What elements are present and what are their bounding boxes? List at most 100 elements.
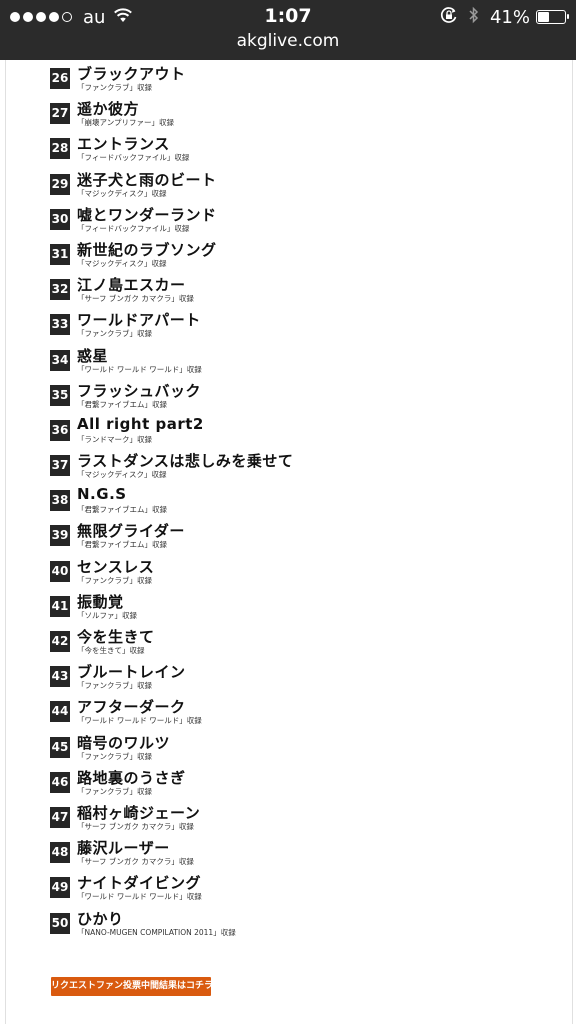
song-item: 38 N.G.S 「君繋ファイブエム」収録: [50, 484, 570, 519]
song-title: 新世紀のラブソング: [77, 240, 217, 259]
song-title: 無限グライダー: [77, 522, 185, 541]
song-title: ブルートレイン: [77, 663, 186, 682]
song-album: 「マジックディスク」収録: [77, 258, 167, 268]
song-rank-badge: 46: [50, 771, 70, 793]
url-bar[interactable]: akglive.com: [0, 31, 576, 51]
request-results-button[interactable]: リクエストファン投票中間結果はコチラ: [51, 977, 213, 996]
song-album: 「ファンクラブ」収録: [77, 83, 152, 92]
song-album: 「ファンクラブ」収録: [77, 681, 152, 691]
song-item: 41 振動覚 「ソルファ」収録: [50, 590, 570, 625]
song-album: 「サーフ ブンガク カマクラ」収録: [77, 294, 194, 304]
song-rank-badge: 31: [50, 243, 70, 265]
song-title: ひかり: [77, 909, 124, 928]
song-item: 49 ナイトダイビング 「ワールド ワールド ワールド」収録: [50, 871, 570, 906]
song-rank-badge: 35: [50, 384, 70, 406]
song-title: フラッシュバック: [77, 381, 202, 400]
song-item: 42 今を生きて 「今を生きて」収録: [50, 625, 570, 660]
song-album: 「ワールド ワールド ワールド」収録: [77, 364, 202, 374]
song-album: 「マジックディスク」収録: [77, 188, 167, 198]
song-album: 「ファンクラブ」収録: [77, 329, 152, 339]
song-album: 「崩壊アンプリファー」収録: [77, 118, 174, 128]
song-title: 藤沢ルーザー: [77, 839, 170, 858]
song-title: 暗号のワルツ: [77, 733, 171, 752]
song-rank-badge: 28: [50, 138, 70, 160]
song-item: 40 センスレス 「ファンクラブ」収録: [50, 555, 570, 590]
song-rank-badge: 36: [50, 419, 70, 441]
song-rank-badge: 47: [50, 806, 70, 828]
song-item: 30 嘘とワンダーランド 「フィードバックファイル」収録: [50, 203, 570, 238]
battery-percent: 41%: [489, 6, 530, 28]
song-rank-badge: 50: [50, 912, 70, 934]
song-item: 46 路地裏のうさぎ 「ファンクラブ」収録: [50, 766, 570, 801]
song-title: ラストダンスは悲しみを乗せて: [77, 452, 294, 471]
song-album: 「ワールド ワールド ワールド」収録: [77, 892, 202, 902]
song-rank-badge: 27: [50, 103, 70, 125]
song-title: ナイトダイビング: [77, 874, 202, 893]
song-item: 32 江ノ島エスカー 「サーフ ブンガク カマクラ」収録: [50, 273, 570, 308]
song-album: 「サーフ ブンガク カマクラ」収録: [77, 857, 194, 867]
page-content: 26 ブラックアウト 「ファンクラブ」収録 27 遥か彼方 「崩壊アンプリファー」収録 28…: [5, 60, 573, 1024]
song-item: 39 無限グライダー 「君繋ファイブエム」収録: [50, 519, 570, 554]
song-item: 50 ひかり 「NANO-MUGEN COMPILATION 2011」収録: [50, 907, 570, 942]
song-item: 45 暗号のワルツ 「ファンクラブ」収録: [50, 731, 570, 766]
song-rank-badge: 41: [50, 595, 70, 617]
song-title: 稲村ヶ崎ジェーン: [77, 803, 201, 822]
song-rank-badge: 29: [50, 173, 70, 195]
song-title: 迷子犬と雨のビート: [77, 170, 217, 189]
song-rank-badge: 30: [50, 208, 70, 230]
song-title: 路地裏のうさぎ: [77, 768, 186, 787]
battery-icon: [536, 10, 569, 24]
song-rank-badge: 42: [50, 631, 70, 652]
song-title: センスレス: [77, 557, 155, 576]
song-album: 「ファンクラブ」収録: [77, 751, 152, 761]
song-album: 「フィードバックファイル」収録: [77, 223, 190, 233]
song-album: 「ファンクラブ」収録: [77, 786, 152, 796]
song-rank-badge: 39: [50, 525, 70, 547]
song-title: エントランス: [77, 135, 170, 154]
song-title: 江ノ島エスカー: [77, 276, 186, 295]
bluetooth-icon: [468, 6, 480, 28]
status-bar: au 1:07 41% akglive.com: [0, 0, 576, 60]
song-title: ワールドアパート: [77, 311, 201, 330]
song-item: 37 ラストダンスは悲しみを乗せて 「マジックディスク」収録: [50, 449, 570, 484]
song-item: 44 アフターダーク 「ワールド ワールド ワールド」収録: [50, 695, 570, 730]
song-title: 振動覚: [77, 592, 124, 611]
song-rank-badge: 33: [50, 314, 70, 336]
song-rank-badge: 45: [50, 736, 70, 758]
song-item: 47 稲村ヶ崎ジェーン 「サーフ ブンガク カマクラ」収録: [50, 801, 570, 836]
song-title: 今を生きて: [77, 628, 155, 646]
song-title: N.G.S: [77, 485, 127, 504]
song-item: 48 藤沢ルーザー 「サーフ ブンガク カマクラ」収録: [50, 836, 570, 871]
song-album: 「マジックディスク」収録: [77, 470, 167, 480]
song-title: 嘘とワンダーランド: [77, 205, 217, 224]
song-item: 33 ワールドアパート 「ファンクラブ」収録: [50, 308, 570, 343]
song-title: 惑星: [77, 346, 109, 365]
song-item: 26 ブラックアウト 「ファンクラブ」収録: [50, 62, 570, 97]
song-title: ブラックアウト: [77, 65, 186, 83]
song-rank-badge: 38: [50, 490, 70, 512]
song-item: 43 ブルートレイン 「ファンクラブ」収録: [50, 660, 570, 695]
song-rank-badge: 34: [50, 349, 70, 371]
song-rank-badge: 37: [50, 455, 70, 477]
song-album: 「サーフ ブンガク カマクラ」収録: [77, 821, 194, 831]
song-album: 「今を生きて」収録: [77, 646, 145, 655]
song-title: All right part2: [77, 414, 204, 433]
battery-level: [538, 12, 550, 22]
song-rank-badge: 43: [50, 666, 70, 688]
song-rank-badge: 40: [50, 560, 70, 582]
song-item: 35 フラッシュバック 「君繋ファイブエム」収録: [50, 379, 570, 414]
song-album: 「フィードバックファイル」収録: [77, 153, 190, 163]
song-album: 「ソルファ」収録: [77, 610, 137, 620]
song-title: 遥か彼方: [77, 100, 140, 119]
song-item: 28 エントランス 「フィードバックファイル」収録: [50, 132, 570, 167]
song-rank-badge: 49: [50, 877, 70, 899]
song-album: 「ランドマーク」収録: [77, 434, 152, 444]
song-item: 27 遥か彼方 「崩壊アンプリファー」収録: [50, 97, 570, 132]
song-list: 26 ブラックアウト 「ファンクラブ」収録 27 遥か彼方 「崩壊アンプリファー」収録 28…: [50, 62, 570, 942]
song-title: アフターダーク: [77, 698, 186, 717]
song-album: 「君繋ファイブエム」収録: [77, 399, 167, 409]
song-album: 「NANO-MUGEN COMPILATION 2011」収録: [77, 927, 236, 937]
song-item: 34 惑星 「ワールド ワールド ワールド」収録: [50, 344, 570, 379]
song-rank-badge: 26: [50, 68, 70, 89]
song-rank-badge: 48: [50, 842, 70, 864]
